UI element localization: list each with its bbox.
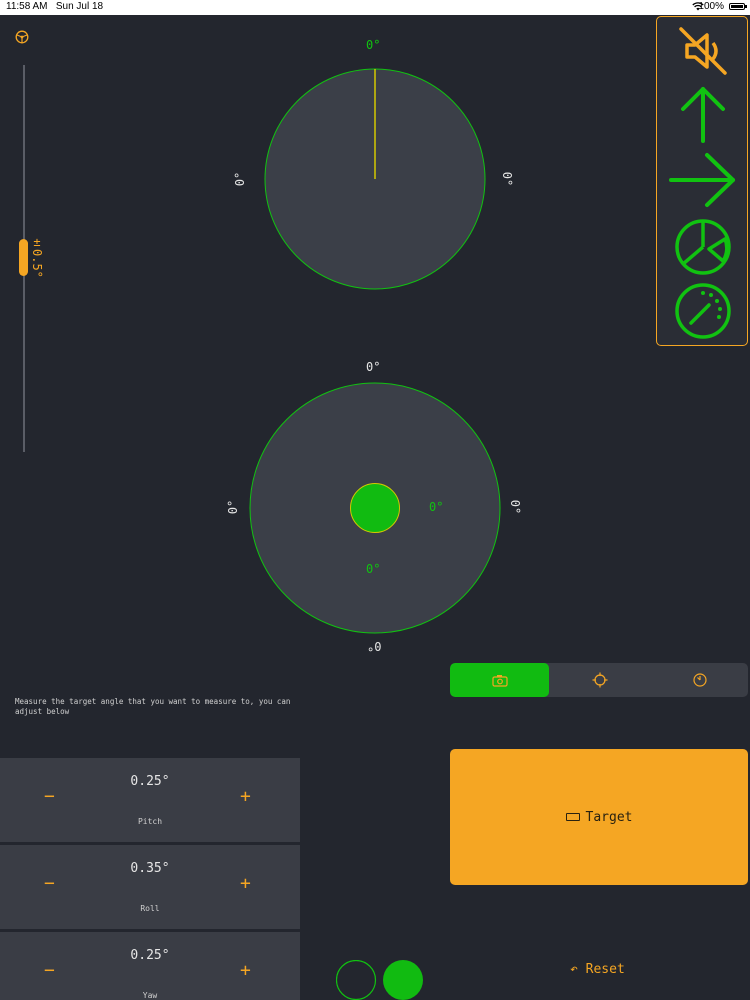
instruction-text: Measure the target angle that you want t… <box>15 697 291 716</box>
timer-icon <box>692 673 707 687</box>
heading-dial <box>264 68 486 290</box>
yaw-decrement-button[interactable]: − <box>44 960 55 981</box>
level-dial-bottom-label: 0° <box>367 639 382 653</box>
battery-percent: 100% <box>698 1 724 12</box>
horizontal-mode-button[interactable] <box>657 149 749 211</box>
mute-button[interactable] <box>657 23 749 79</box>
level-dial-right-label: 0° <box>508 499 523 515</box>
gauge-icon <box>675 283 731 339</box>
roll-stepper: − 0.35° + Roll <box>0 845 300 929</box>
roll-decrement-button[interactable]: − <box>44 873 55 894</box>
battery-icon <box>729 3 747 10</box>
hold-indicator-empty <box>336 960 377 1000</box>
pitch-decrement-button[interactable]: − <box>44 786 55 807</box>
status-bar: 11:58 AM Sun Jul 18 100% <box>0 0 750 15</box>
heading-dial-top-label: 0° <box>366 38 381 52</box>
level-dial-left-label: 0° <box>226 499 241 515</box>
heading-dial-left-label: 0° <box>233 171 248 187</box>
level-inner-x-label: 0° <box>429 500 444 514</box>
undo-icon: ↶ <box>570 962 578 977</box>
target-button-label: Target <box>585 809 633 825</box>
hold-indicator-filled <box>383 960 423 1000</box>
segment-timer[interactable] <box>650 663 748 697</box>
level-dial <box>249 382 501 634</box>
arrow-up-icon <box>681 87 725 143</box>
roll-increment-button[interactable]: + <box>240 873 251 894</box>
level-inner-y-label: 0° <box>366 562 381 576</box>
page-indicator <box>336 960 423 1000</box>
speed-mode-button[interactable] <box>657 281 749 341</box>
heading-dial-right-label: 0° <box>500 171 515 187</box>
pitch-value: 0.25° <box>130 774 170 789</box>
level-dial-top-label: 0° <box>366 360 381 374</box>
yaw-increment-button[interactable]: + <box>240 960 251 981</box>
yaw-stepper: − 0.25° + Yaw <box>0 932 300 1000</box>
yaw-value: 0.25° <box>130 948 170 963</box>
mode-segmented-control <box>450 663 748 697</box>
roll-label: Roll <box>140 904 160 913</box>
crosshair-icon <box>592 672 607 688</box>
yaw-label: Yaw <box>142 991 158 1000</box>
pitch-label: Pitch <box>137 817 163 826</box>
roll-value: 0.35° <box>130 861 170 876</box>
segment-crosshair[interactable] <box>550 663 649 697</box>
steering-icon[interactable] <box>15 30 29 44</box>
reset-button[interactable]: ↶ Reset <box>570 962 625 977</box>
speaker-muted-icon <box>679 27 727 75</box>
target-button[interactable]: Target <box>450 749 748 885</box>
tolerance-value: ±0.5° <box>30 235 44 278</box>
vertical-mode-button[interactable] <box>657 83 749 145</box>
camera-icon <box>491 674 508 687</box>
level-bubble <box>350 483 400 533</box>
mode-icon-panel <box>656 16 748 346</box>
pitch-stepper: − 0.25° + Pitch <box>0 758 300 842</box>
pie-chart-icon <box>675 219 731 275</box>
arrow-right-icon <box>669 153 735 207</box>
reset-button-label: Reset <box>585 962 625 977</box>
pitch-increment-button[interactable]: + <box>240 786 251 807</box>
segment-camera[interactable] <box>450 663 549 697</box>
ruler-icon <box>565 813 580 821</box>
status-time: 11:58 AM Sun Jul 18 <box>6 1 104 12</box>
angle-mode-button[interactable] <box>657 217 749 277</box>
tolerance-slider-thumb[interactable] <box>19 239 28 276</box>
